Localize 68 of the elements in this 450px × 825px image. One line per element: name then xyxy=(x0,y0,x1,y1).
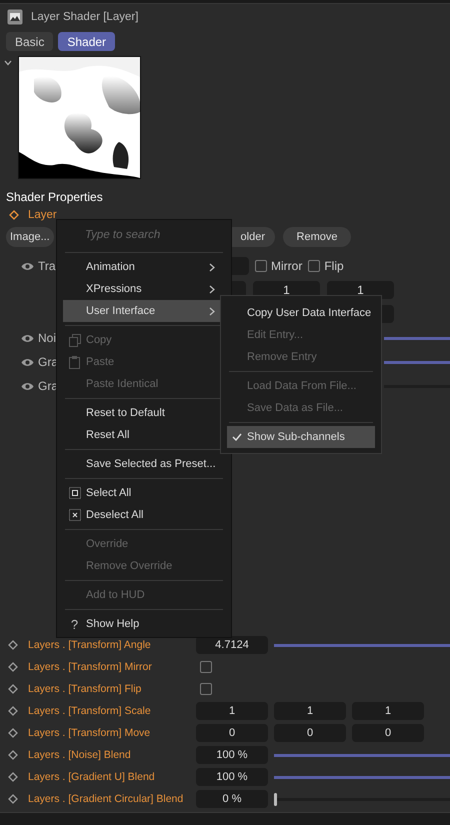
diamond-icon[interactable] xyxy=(9,210,19,220)
deselect-all-icon xyxy=(68,509,80,521)
diamond-icon[interactable] xyxy=(8,772,18,782)
checkbox-label: Mirror xyxy=(271,259,302,273)
number-field[interactable]: 1 xyxy=(196,702,268,720)
eye-icon[interactable] xyxy=(21,358,34,366)
menu-item[interactable]: Select All xyxy=(63,482,221,504)
number-field[interactable]: 1 xyxy=(352,702,424,720)
menu-item[interactable]: Show Sub-channels xyxy=(227,426,375,448)
number-field[interactable]: 0 % xyxy=(196,790,268,808)
tab[interactable]: Basic xyxy=(6,32,54,51)
diamond-icon[interactable] xyxy=(8,662,18,672)
tab[interactable]: Shader xyxy=(58,32,116,51)
parameter-label: Layers . [Transform] Mirror xyxy=(28,661,153,673)
parameter-label: Layers . [Transform] Move xyxy=(28,727,152,739)
number-field[interactable]: 4.7124 xyxy=(196,636,268,654)
menu-item[interactable]: User Interface xyxy=(63,300,221,322)
number-field[interactable]: 100 % xyxy=(196,768,268,786)
parameter-label: Layers . [Transform] Scale xyxy=(28,705,152,717)
chevron-icon[interactable] xyxy=(4,60,12,66)
parameter-label: Layer xyxy=(28,209,57,221)
number-field[interactable]: 1 xyxy=(274,702,346,720)
layer-label: Noi xyxy=(38,331,56,345)
eye-icon[interactable] xyxy=(21,382,34,390)
menu-item[interactable]: Reset to Default xyxy=(63,402,221,424)
menu-item[interactable]: Save Selected as Preset... xyxy=(63,453,221,475)
menu-item[interactable]: Animation xyxy=(63,256,221,278)
eye-icon[interactable] xyxy=(21,262,34,270)
copy-icon xyxy=(68,334,80,346)
diamond-icon[interactable] xyxy=(8,728,18,738)
parameter-label: Layers . [Noise] Blend xyxy=(28,749,132,761)
parameter-label: Layers . [Gradient U] Blend xyxy=(28,771,156,783)
diamond-icon[interactable] xyxy=(8,794,18,804)
parameter-label: Layers . [Gradient Circular] Blend xyxy=(28,793,184,805)
eye-icon[interactable] xyxy=(21,334,34,342)
number-field[interactable]: 0 xyxy=(274,724,346,742)
section-title: Shader Properties xyxy=(5,189,104,204)
number-field[interactable]: 0 xyxy=(352,724,424,742)
layer-label: Tra xyxy=(38,259,56,273)
diamond-icon[interactable] xyxy=(8,640,18,650)
menu-item[interactable]: Deselect All xyxy=(63,504,221,526)
checkbox[interactable] xyxy=(200,683,212,695)
action-button[interactable]: Image... xyxy=(6,227,54,247)
checkbox-label: Flip xyxy=(324,259,344,273)
checkbox[interactable] xyxy=(255,260,267,272)
menu-item[interactable]: XPressions xyxy=(63,278,221,300)
menu-item[interactable]: ? Show Help xyxy=(63,613,221,635)
clipboard-icon xyxy=(69,356,80,368)
checkbox[interactable] xyxy=(200,661,212,673)
window-title: Layer Shader [Layer] xyxy=(31,11,138,23)
menu-item[interactable]: Reset All xyxy=(63,424,221,446)
select-all-icon xyxy=(68,487,80,499)
parameter-label: Layers . [Transform] Angle xyxy=(28,639,152,651)
chevron-icon xyxy=(209,307,215,316)
diamond-icon[interactable] xyxy=(8,684,18,694)
diamond-icon[interactable] xyxy=(8,750,18,760)
chevron-icon xyxy=(209,285,215,294)
chevron-icon xyxy=(209,263,215,272)
slider-thumb[interactable] xyxy=(274,792,277,806)
diamond-icon[interactable] xyxy=(8,706,18,716)
menu-item[interactable]: Copy User Data Interface xyxy=(227,302,375,324)
help-icon: ? xyxy=(70,616,78,632)
action-button[interactable]: Remove xyxy=(283,227,351,247)
parameter-label: Layers . [Transform] Flip xyxy=(28,683,142,695)
number-field[interactable]: 100 % xyxy=(196,746,268,764)
number-field[interactable]: 0 xyxy=(196,724,268,742)
checkbox[interactable] xyxy=(308,260,320,272)
image-icon xyxy=(7,9,23,25)
